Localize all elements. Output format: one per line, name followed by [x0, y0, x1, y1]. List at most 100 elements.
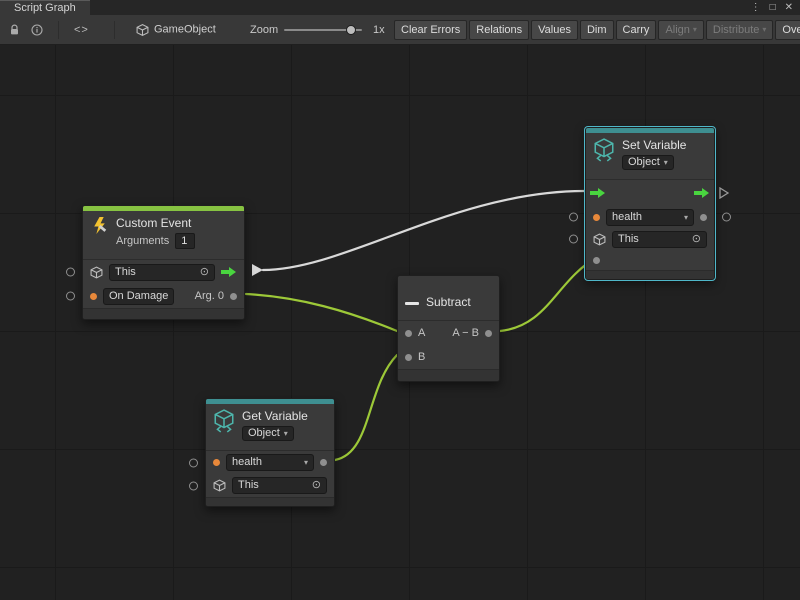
arg0-label: Arg. 0 — [195, 290, 224, 302]
node-subtract[interactable]: Subtract A A − B B — [397, 275, 500, 382]
pane-menu-icon[interactable]: ⋮ — [751, 3, 761, 13]
variable-scope-dropdown[interactable]: Object ▾ — [622, 155, 674, 170]
carry-button[interactable]: Carry — [616, 20, 657, 40]
overview-button[interactable]: Overv — [775, 20, 800, 40]
chevron-down-icon: ▾ — [693, 25, 697, 34]
port-target-input[interactable] — [189, 481, 198, 490]
variable-icon — [213, 409, 235, 433]
cube-icon — [90, 266, 103, 279]
zoom-slider-knob[interactable] — [346, 25, 356, 35]
wire-arg0-to-subtract-a[interactable] — [246, 294, 397, 331]
tab-bar: Script Graph ⋮ □ ✕ — [0, 0, 800, 15]
subtract-header[interactable]: Subtract — [398, 276, 499, 320]
node-get-variable[interactable]: Get Variable Object ▾ health ▾ — [205, 398, 335, 507]
a-label: A — [418, 327, 425, 339]
get-variable-header[interactable]: Get Variable Object ▾ — [206, 404, 334, 450]
subtract-ports: A A − B B — [398, 320, 499, 369]
variable-name-dropdown[interactable]: health ▾ — [606, 209, 694, 226]
variable-name-label: health — [232, 455, 262, 470]
set-variable-header[interactable]: Set Variable Object ▾ — [586, 133, 714, 179]
subtract-row-b: B — [398, 345, 499, 369]
chevron-down-icon: ▾ — [684, 210, 688, 225]
b-label: B — [418, 351, 425, 363]
port-name-input[interactable] — [189, 458, 198, 467]
set-variable-value-row — [586, 250, 714, 270]
object-picker-icon[interactable]: ⊙ — [312, 478, 321, 493]
relations-button[interactable]: Relations — [469, 20, 529, 40]
code-view-icon[interactable]: <> — [74, 24, 89, 36]
set-variable-footer — [586, 270, 714, 279]
port-flow-output[interactable] — [221, 266, 237, 278]
port-name-input[interactable] — [66, 292, 75, 301]
target-label: This — [618, 232, 639, 247]
port-flow-output[interactable] — [694, 187, 710, 199]
chevron-down-icon: ▾ — [304, 455, 308, 470]
minus-icon — [405, 302, 419, 305]
subtract-row-a: A A − B — [398, 321, 499, 345]
port-result-output[interactable] — [485, 330, 492, 337]
gameobject-field[interactable]: GameObject — [136, 23, 216, 36]
distribute-label: Distribute — [713, 24, 759, 36]
port-event-name[interactable] — [90, 293, 97, 300]
node-custom-event[interactable]: Custom Event Arguments 1 This ⊙ — [82, 205, 245, 320]
clear-errors-button[interactable]: Clear Errors — [394, 20, 467, 40]
port-flow-input[interactable] — [590, 187, 606, 199]
get-variable-name-row: health ▾ — [206, 451, 334, 474]
window-controls: ⋮ □ ✕ — [751, 0, 800, 15]
target-label: This — [238, 478, 259, 493]
port-variable-name[interactable] — [593, 214, 600, 221]
port-arg0-output[interactable] — [230, 293, 237, 300]
wire-getvariable-to-subtract-b[interactable] — [335, 355, 397, 460]
tab-script-graph[interactable]: Script Graph — [0, 0, 90, 15]
info-icon[interactable] — [31, 24, 43, 36]
port-b-input[interactable] — [405, 354, 412, 361]
values-button[interactable]: Values — [531, 20, 578, 40]
align-label: Align — [665, 24, 689, 36]
custom-event-footer — [83, 308, 244, 319]
port-new-value-input[interactable] — [593, 257, 600, 264]
distribute-button[interactable]: Distribute ▾ — [706, 20, 773, 40]
get-variable-ports: health ▾ This ⊙ — [206, 450, 334, 497]
object-picker-icon[interactable]: ⊙ — [200, 265, 209, 280]
set-variable-ports: health ▾ This ⊙ — [586, 179, 714, 270]
port-name-input[interactable] — [569, 213, 578, 222]
custom-event-icon — [90, 216, 109, 235]
custom-event-header[interactable]: Custom Event Arguments 1 — [83, 211, 244, 259]
node-set-variable[interactable]: Set Variable Object ▾ — [585, 127, 715, 280]
maximize-icon[interactable]: □ — [770, 3, 776, 13]
scope-label: Object — [628, 155, 660, 170]
target-object-field[interactable]: This ⊙ — [612, 231, 707, 248]
subtract-footer — [398, 369, 499, 381]
close-icon[interactable]: ✕ — [785, 3, 793, 13]
variable-name-dropdown[interactable]: health ▾ — [226, 454, 314, 471]
dim-button[interactable]: Dim — [580, 20, 614, 40]
port-target-input[interactable] — [569, 235, 578, 244]
arguments-count-field[interactable]: 1 — [175, 233, 195, 249]
cube-icon — [136, 23, 149, 36]
target-object-field[interactable]: This ⊙ — [232, 477, 327, 494]
port-variable-name[interactable] — [213, 459, 220, 466]
scope-label: Object — [248, 426, 280, 441]
variable-icon — [593, 138, 615, 162]
chevron-down-icon: ▾ — [664, 155, 668, 170]
lock-icon[interactable] — [9, 24, 20, 36]
target-object-field[interactable]: This ⊙ — [109, 264, 215, 281]
graph-canvas[interactable]: Custom Event Arguments 1 This ⊙ — [0, 45, 800, 600]
port-a-input[interactable] — [405, 330, 412, 337]
wire-flow-customevent-to-setvariable[interactable] — [263, 191, 584, 270]
port-value-output[interactable] — [320, 459, 327, 466]
wire-subtract-to-setvariable-value[interactable] — [500, 257, 597, 331]
set-variable-flow-row — [586, 180, 714, 206]
port-target-input[interactable] — [66, 268, 75, 277]
subtract-title: Subtract — [426, 295, 471, 309]
event-name-field[interactable]: On Damage — [103, 288, 174, 305]
object-picker-icon[interactable]: ⊙ — [692, 232, 701, 247]
port-value-output[interactable] — [700, 214, 707, 221]
variable-scope-dropdown[interactable]: Object ▾ — [242, 426, 294, 441]
flow-output-triangle[interactable] — [719, 187, 729, 199]
zoom-label: Zoom — [250, 24, 278, 36]
align-button[interactable]: Align ▾ — [658, 20, 703, 40]
port-output-unconnected[interactable] — [722, 213, 731, 222]
cube-icon — [593, 233, 606, 246]
zoom-slider[interactable] — [284, 29, 362, 31]
